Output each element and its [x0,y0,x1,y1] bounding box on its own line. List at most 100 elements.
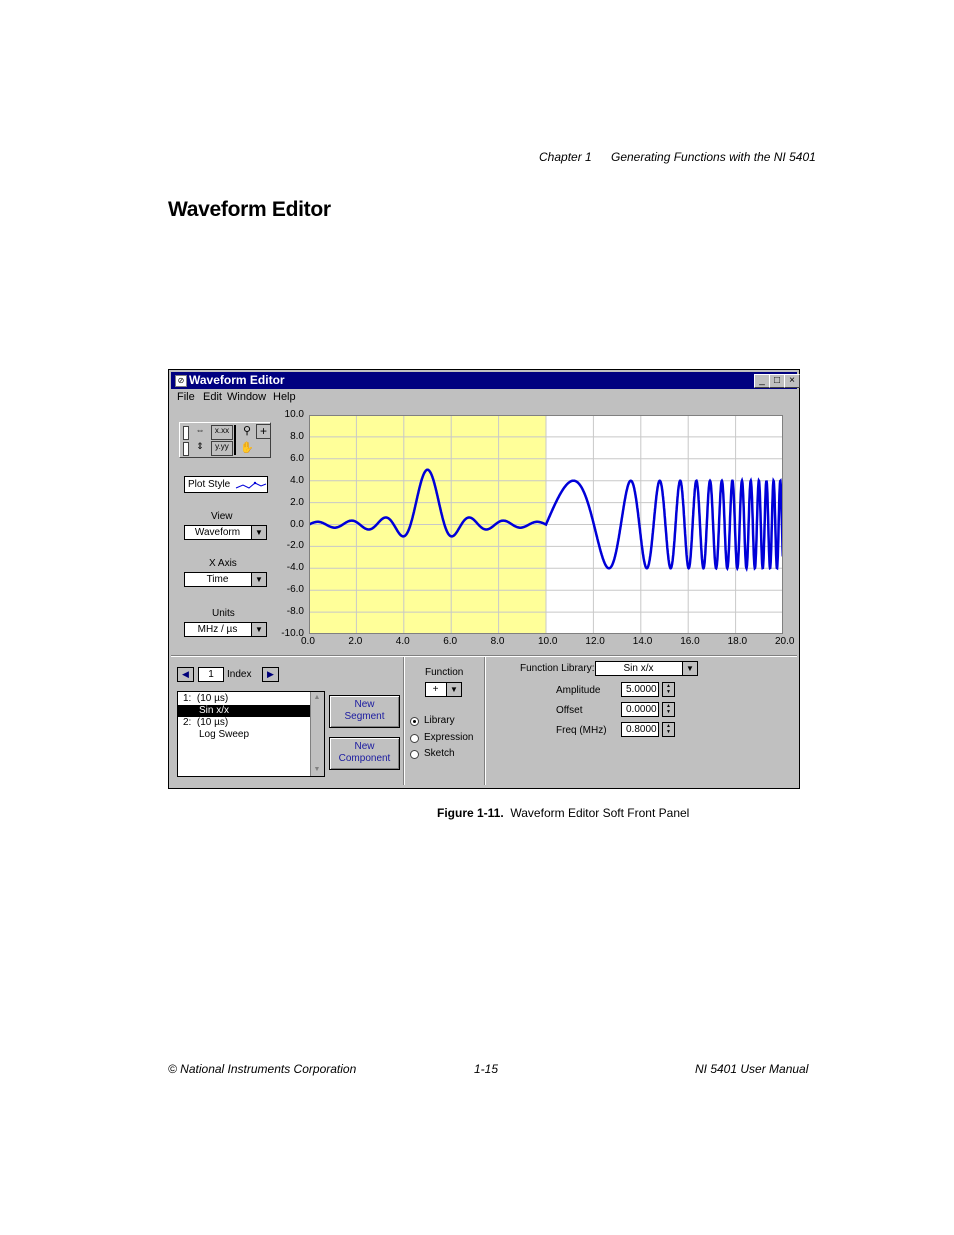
footer-left: © National Instruments Corporation [168,1062,357,1076]
chapter-label: Chapter 1 [539,150,592,164]
figure-caption: Figure 1-11. Waveform Editor Soft Front … [437,806,689,820]
app-icon: ⊘ [175,375,187,387]
y-tick-label: -6.0 [286,584,304,596]
chevron-down-icon[interactable]: ▼ [446,683,461,696]
x-tick-label: 6.0 [443,636,458,647]
offset-label: Offset [556,705,583,716]
menu-edit[interactable]: Edit [203,391,222,403]
freq-input[interactable]: 0.8000 [621,722,659,737]
x-tick-label: 8.0 [490,636,505,647]
amplitude-label: Amplitude [556,685,601,696]
plot-style-preview-icon [235,481,267,489]
index-prev-button[interactable]: ◀ [177,667,194,682]
x-axis-value: Time [206,574,229,585]
function-operator-value: + [432,684,439,695]
figure-title: Waveform Editor Soft Front Panel [510,806,690,820]
x-format-button[interactable]: x.xx [211,425,233,440]
y-tick-label: 10.0 [284,409,304,420]
x-axis-select[interactable]: Time ▼ [184,572,267,587]
function-label: Function [425,667,464,678]
chevron-down-icon[interactable]: ▼ [251,526,266,539]
freq-stepper[interactable]: ▲ ▼ [662,722,675,737]
chapter-title: Generating Functions with the NI 5401 [611,150,816,164]
function-library-label: Function Library: [520,663,595,674]
menu-window[interactable]: Window [227,391,266,403]
section-title: Waveform Editor [168,198,331,221]
scroll-down-icon[interactable]: ▼ [311,764,323,776]
button-label: Component [338,753,391,764]
x-tick-label: 16.0 [680,636,700,647]
x-axis-label: X Axis [209,558,237,569]
x-tick-label: 20.0 [775,636,795,647]
button-label: New [354,741,375,752]
x-tick-label: 4.0 [395,636,410,647]
footer-right: NI 5401 User Manual [695,1062,809,1076]
units-select[interactable]: MHz / µs ▼ [184,622,267,637]
index-input[interactable]: 1 [198,667,224,682]
list-scrollbar[interactable]: ▲ ▼ [310,692,324,776]
option-sketch-label: Sketch [424,748,455,759]
panel-divider [484,657,486,785]
y-tick-label: 2.0 [290,496,304,508]
list-item[interactable]: Sin x/x [178,705,310,717]
scroll-up-icon[interactable]: ▲ [311,692,323,704]
x-tick-label: 10.0 [538,636,558,647]
index-next-button[interactable]: ▶ [262,667,279,682]
chevron-down-icon[interactable]: ▼ [251,623,266,636]
close-button[interactable]: × [784,374,800,388]
x-scroll-handle[interactable] [183,426,189,440]
chevron-down-icon[interactable]: ▼ [251,573,266,586]
list-item[interactable]: 1: (10 µs) [178,693,315,705]
list-item[interactable]: 2: (10 µs) [178,717,315,729]
freq-label: Freq (MHz) [556,725,607,736]
offset-stepper[interactable]: ▲ ▼ [662,702,675,717]
y-scroll-handle[interactable] [183,442,189,456]
plot-style-control[interactable]: Plot Style [184,476,268,493]
button-label: New [354,699,375,710]
y-autoscale-icon[interactable]: ⇕ [192,441,208,455]
window-title: Waveform Editor [189,373,285,387]
zoom-icon[interactable]: ⚲ [240,424,254,438]
button-label: Segment [344,711,385,722]
function-operator-select[interactable]: + ▼ [425,682,462,697]
segment-list[interactable]: 1: (10 µs) Sin x/x 2: (10 µs) Log Sweep … [177,691,325,777]
menu-file[interactable]: File [177,391,195,403]
page-number: 1-15 [474,1062,499,1076]
option-expression-label: Expression [424,732,474,743]
amplitude-input[interactable]: 5.0000 [621,682,659,697]
view-select[interactable]: Waveform ▼ [184,525,267,540]
waveform-graph[interactable] [309,415,783,634]
function-library-value: Sin x/x [623,663,654,674]
palette-divider [234,425,236,455]
minimize-button[interactable]: _ [754,374,770,388]
graph-palette: ⇔ ⇕ x.xx y.yy ⚲ + ✋ [179,422,271,458]
radio-expression[interactable] [410,734,419,743]
y-tick-label: 6.0 [290,452,304,464]
new-segment-button[interactable]: New Segment [329,695,400,728]
cursor-icon[interactable]: + [256,424,271,439]
plot-style-label: Plot Style [188,479,231,490]
y-tick-label: 8.0 [290,430,304,442]
x-autoscale-icon[interactable]: ⇔ [192,425,208,439]
offset-input[interactable]: 0.0000 [621,702,659,717]
figure-number: Figure 1-11. [437,806,504,820]
view-value: Waveform [194,527,241,538]
amplitude-stepper[interactable]: ▲ ▼ [662,682,675,697]
menu-bar: File Edit Window Help [171,390,797,406]
units-label: Units [212,608,235,619]
pan-hand-icon[interactable]: ✋ [240,441,254,455]
radio-sketch[interactable] [410,750,419,759]
y-tick-label: -2.0 [286,540,304,552]
list-item[interactable]: Log Sweep [178,729,331,741]
x-tick-label: 18.0 [727,636,748,647]
menu-help[interactable]: Help [273,391,296,403]
y-format-button[interactable]: y.yy [211,441,233,456]
new-component-button[interactable]: New Component [329,737,400,770]
units-value: MHz / µs [197,624,238,635]
title-bar[interactable]: ⊘ Waveform Editor _ □ × [171,372,800,389]
function-library-select[interactable]: Sin x/x ▼ [595,661,698,676]
radio-library[interactable] [410,717,419,726]
chevron-down-icon[interactable]: ▼ [682,662,697,675]
maximize-button[interactable]: □ [769,374,785,388]
x-tick-label: 12.0 [585,636,605,647]
